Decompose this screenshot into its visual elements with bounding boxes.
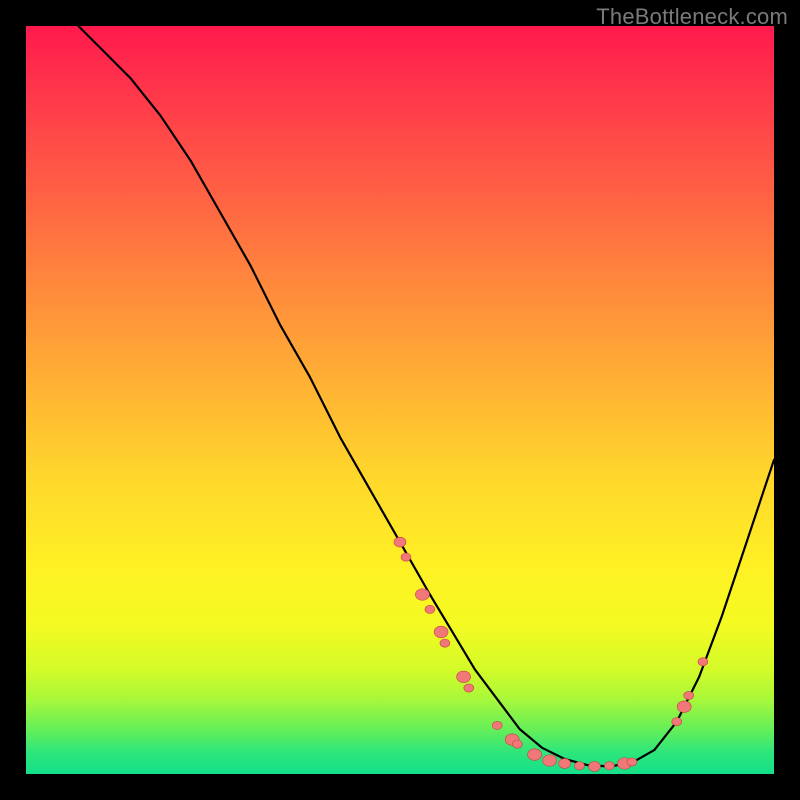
data-point	[401, 553, 411, 561]
data-point	[457, 671, 471, 682]
chart-frame	[26, 26, 774, 774]
scatter-points	[394, 537, 708, 771]
data-point	[604, 762, 614, 770]
data-point	[672, 718, 682, 726]
data-point	[425, 605, 435, 613]
data-point	[559, 759, 571, 769]
data-point	[677, 701, 691, 712]
chart-svg	[26, 26, 774, 774]
data-point	[464, 684, 474, 692]
data-point	[589, 762, 601, 772]
watermark-text: TheBottleneck.com	[596, 4, 788, 30]
data-point	[575, 762, 585, 770]
data-point	[698, 658, 708, 666]
data-point	[492, 721, 502, 729]
data-point	[434, 626, 448, 637]
data-point	[394, 537, 406, 547]
data-point	[512, 740, 522, 748]
data-point	[627, 758, 637, 766]
data-point	[684, 691, 694, 699]
data-point	[440, 639, 450, 647]
data-point	[543, 755, 557, 766]
data-point	[528, 749, 542, 760]
data-point	[415, 589, 429, 600]
bottleneck-curve	[78, 26, 774, 767]
